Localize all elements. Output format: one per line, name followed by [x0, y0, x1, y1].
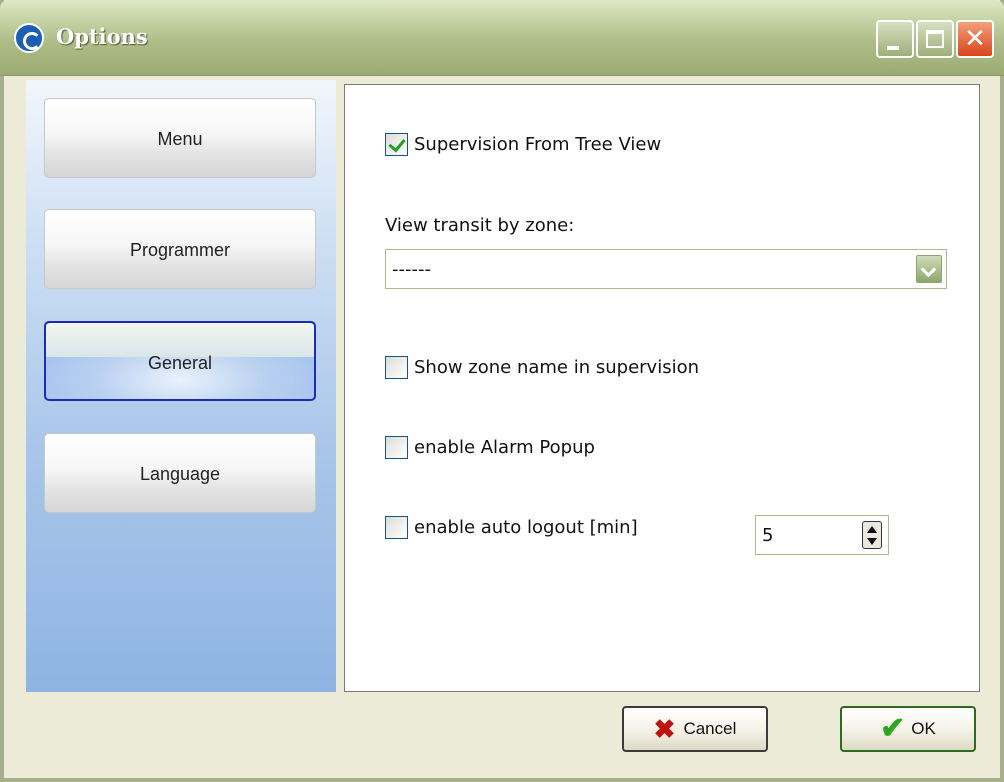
spin-buttons[interactable]	[862, 521, 882, 549]
window-title: Options	[56, 24, 148, 49]
view-transit-dropdown[interactable]: ------	[385, 249, 947, 289]
maximize-icon	[926, 30, 944, 48]
minimize-button[interactable]	[876, 20, 914, 58]
spin-down-icon[interactable]	[867, 538, 877, 545]
cancel-x-icon: ✖	[653, 714, 676, 744]
cancel-button[interactable]: ✖ Cancel	[622, 706, 768, 752]
sidebar-item-language[interactable]: Language	[44, 433, 316, 513]
sidebar-item-label: General	[147, 353, 213, 373]
chevron-down-icon[interactable]	[916, 255, 942, 283]
sidebar-item-menu[interactable]: Menu	[44, 98, 316, 178]
auto-logout-label: enable auto logout [min]	[414, 517, 638, 538]
view-transit-value: ------	[392, 259, 431, 280]
spin-up-icon[interactable]	[867, 526, 877, 533]
sidebar-item-label: Menu	[157, 129, 203, 149]
alarm-popup-checkbox[interactable]	[385, 436, 408, 459]
cancel-label: Cancel	[683, 719, 737, 738]
maximize-button[interactable]	[916, 20, 954, 58]
close-button[interactable]: ✕	[956, 20, 994, 58]
minimize-icon	[887, 46, 899, 50]
checkmark-icon: ✔	[880, 712, 906, 745]
close-icon: ✕	[964, 24, 986, 54]
auto-logout-option[interactable]: enable auto logout [min]	[385, 516, 638, 539]
title-bar[interactable]: Options ✕	[0, 0, 1004, 76]
general-settings-panel: Supervision From Tree View View transit …	[344, 84, 980, 692]
ok-button[interactable]: ✔ OK	[840, 706, 976, 752]
auto-logout-checkbox[interactable]	[385, 516, 408, 539]
alarm-popup-label: enable Alarm Popup	[414, 437, 595, 458]
sidebar-item-label: Programmer	[129, 240, 231, 260]
sidebar-item-label: Language	[139, 464, 221, 484]
supervision-tree-view-option[interactable]: Supervision From Tree View	[385, 133, 661, 156]
app-logo-icon	[14, 23, 44, 53]
alarm-popup-option[interactable]: enable Alarm Popup	[385, 436, 595, 459]
auto-logout-minutes-stepper[interactable]: 5	[755, 515, 889, 555]
sidebar-item-general[interactable]: General	[44, 321, 316, 401]
view-transit-label: View transit by zone:	[385, 215, 575, 236]
ok-label: OK	[911, 719, 936, 738]
show-zone-name-label: Show zone name in supervision	[414, 357, 699, 378]
supervision-tree-view-checkbox[interactable]	[385, 133, 408, 156]
show-zone-name-checkbox[interactable]	[385, 356, 408, 379]
show-zone-name-option[interactable]: Show zone name in supervision	[385, 356, 699, 379]
auto-logout-minutes-value[interactable]: 5	[762, 525, 773, 546]
options-sidebar: Menu Programmer General Language	[26, 80, 336, 692]
sidebar-item-programmer[interactable]: Programmer	[44, 209, 316, 289]
supervision-tree-view-label: Supervision From Tree View	[414, 134, 662, 155]
